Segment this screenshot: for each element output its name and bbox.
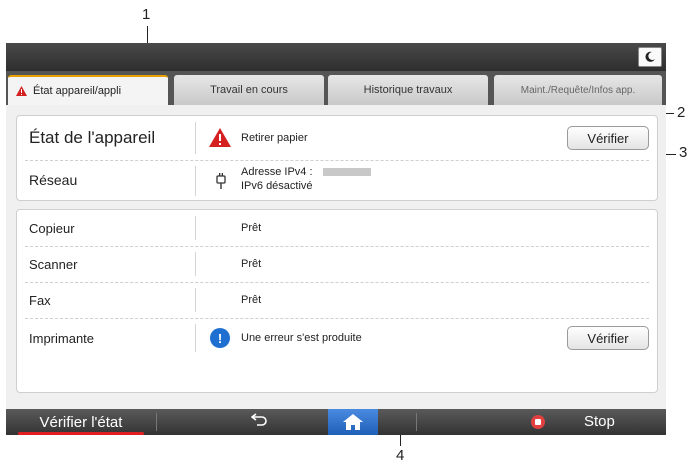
- function-label: Copieur: [29, 221, 75, 236]
- tab-current-jobs[interactable]: Travail en cours: [174, 75, 324, 105]
- function-status: Prêt: [241, 294, 262, 306]
- tab-maintenance[interactable]: Maint./Requête/Infos app.: [494, 75, 662, 105]
- tab-job-history[interactable]: Historique travaux: [328, 75, 488, 105]
- function-row-fax: Fax Prêt: [17, 282, 657, 318]
- function-row-printer: Imprimante ! Une erreur s'est produite V…: [17, 318, 657, 358]
- divider: [195, 252, 196, 276]
- divider: [195, 324, 196, 352]
- function-label: Scanner: [29, 257, 78, 272]
- info-icon: !: [210, 328, 230, 348]
- function-row-copier: Copieur Prêt: [17, 210, 657, 246]
- device-screen: État appareil/appli Travail en cours His…: [6, 43, 666, 435]
- stop-icon: [531, 415, 545, 429]
- warning-icon: [209, 128, 231, 147]
- ipv4-label: Adresse IPv4 :: [241, 166, 313, 178]
- device-status-row: État de l'appareil Retirer papier Vérifi…: [17, 116, 657, 160]
- function-status: Une erreur s'est produite: [241, 332, 362, 344]
- network-plug-icon: [216, 173, 226, 189]
- figure: 1 2 3 4 État appareil/appli Travail en c…: [0, 0, 695, 467]
- function-status: Prêt: [241, 222, 262, 234]
- network-row: Réseau Adresse IPv4 : IPv6 désactivé: [17, 160, 657, 202]
- check-status-label: Vérifier l'état: [39, 413, 123, 431]
- energy-saver-button[interactable]: [638, 47, 662, 67]
- back-arrow-icon[interactable]: [250, 412, 267, 430]
- function-status: Prêt: [241, 258, 262, 270]
- bottom-bar: Vérifier l'état Stop: [6, 409, 666, 435]
- check-printer-button[interactable]: Vérifier: [567, 326, 649, 350]
- tab-label: État appareil/appli: [33, 85, 122, 97]
- divider: [416, 413, 417, 431]
- device-status-label: État de l'appareil: [29, 128, 156, 147]
- ipv6-status: IPv6 désactivé: [241, 180, 313, 192]
- divider: [195, 216, 196, 240]
- divider: [195, 288, 196, 312]
- tab-label: Historique travaux: [363, 84, 453, 96]
- check-status-button[interactable]: Vérifier l'état: [6, 409, 156, 435]
- tab-label: Travail en cours: [210, 84, 288, 96]
- callout-4: 4: [396, 447, 405, 464]
- callout-3: 3: [679, 144, 688, 161]
- divider: [156, 413, 157, 431]
- functions-panel: Copieur Prêt Scanner Prêt Fax Prêt Impri…: [16, 209, 658, 393]
- network-label: Réseau: [29, 172, 78, 188]
- ipv4-address-redacted: [323, 168, 371, 176]
- tab-bar: État appareil/appli Travail en cours His…: [6, 71, 666, 105]
- divider: [195, 166, 196, 196]
- back-arrow-glyph: [250, 413, 267, 426]
- callout-1: 1: [142, 6, 151, 23]
- function-row-scanner: Scanner Prêt: [17, 246, 657, 282]
- home-button[interactable]: [328, 409, 378, 435]
- tab-device-status[interactable]: État appareil/appli: [8, 75, 168, 105]
- check-device-status-button[interactable]: Vérifier: [567, 126, 649, 150]
- top-bar: [6, 43, 666, 71]
- function-label: Fax: [29, 293, 51, 308]
- moon-icon: [645, 51, 655, 62]
- warning-icon: [16, 86, 27, 96]
- divider: [195, 122, 196, 154]
- tab-label: Maint./Requête/Infos app.: [520, 84, 636, 96]
- status-panel: État de l'appareil Retirer papier Vérifi…: [16, 115, 658, 201]
- stop-button[interactable]: Stop: [584, 413, 615, 430]
- callout-2: 2: [677, 104, 686, 121]
- device-status-value: Retirer papier: [241, 132, 308, 144]
- function-label: Imprimante: [29, 331, 95, 346]
- home-icon: [343, 414, 363, 430]
